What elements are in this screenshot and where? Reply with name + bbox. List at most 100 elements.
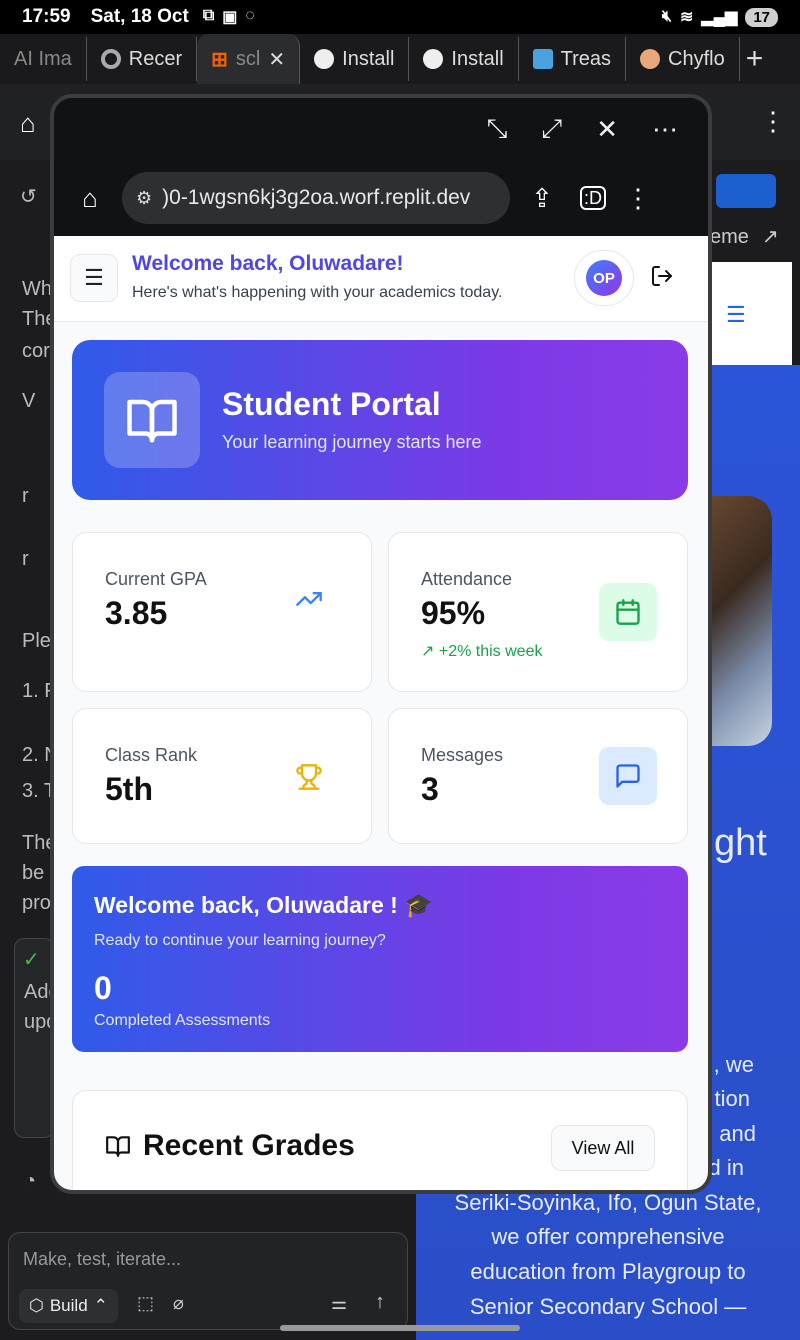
view-all-button[interactable]: View All — [551, 1125, 655, 1171]
composer-placeholder: Make, test, iterate... — [23, 1249, 182, 1269]
bg-text: Ple — [22, 630, 51, 652]
bg-text: r — [22, 548, 29, 570]
share-icon[interactable]: ⇪ — [524, 183, 560, 214]
stat-trend: ↗ +2% this week — [421, 643, 543, 660]
menu-button[interactable]: ☰ — [70, 254, 118, 302]
settings-sliders-icon[interactable]: ⚌ — [331, 1293, 347, 1314]
bg-nav-box: ☰ — [712, 262, 792, 366]
tab-label: Recer — [128, 47, 183, 70]
stat-value: 3 — [421, 771, 439, 807]
minimize-icon[interactable]: ⤡ — [487, 113, 508, 145]
send-arrow-icon[interactable]: ↑ — [375, 1291, 385, 1314]
assessments-count: 0 — [94, 970, 112, 1006]
recent-grades-title: Recent Grades — [143, 1129, 355, 1162]
browser-tab-strip: AI Ima Recer ⊞ scl ✕ Install Install Treas… — [0, 34, 800, 84]
assessments-label: Completed Assessments — [94, 1012, 271, 1029]
trending-up-icon — [295, 585, 323, 618]
maximize-icon[interactable]: ⤢ — [541, 113, 562, 145]
stat-value: 95% — [421, 595, 486, 631]
more-menu-icon[interactable]: ⋮ — [620, 183, 656, 214]
bg-text: we offer comprehensive — [491, 1224, 725, 1249]
stat-label: Class Rank — [105, 745, 198, 765]
stat-label: Messages — [421, 745, 504, 765]
welcome-subtitle: Here's what's happening with your academ… — [132, 284, 503, 301]
tab-install-1[interactable]: Install — [300, 37, 410, 81]
chat-composer[interactable]: Make, test, iterate... ⬡ Build ⌃ ⬚ ⌀ ⚌ ↑ — [8, 1232, 408, 1330]
home-icon[interactable]: ⌂ — [72, 183, 108, 214]
menu-icon: ☰ — [84, 265, 104, 290]
external-link-icon[interactable]: ↗ — [762, 224, 779, 249]
tab-treasure[interactable]: Treas — [519, 37, 627, 81]
site-settings-icon[interactable]: ⚙︎ — [136, 188, 152, 209]
bg-text: cor — [22, 340, 50, 362]
more-icon[interactable]: ⋮ — [760, 106, 786, 137]
home-icon[interactable]: ⌂ — [20, 108, 36, 139]
tab-label: Install — [451, 47, 504, 70]
tab-label: Install — [342, 47, 395, 70]
hero-title: Student Portal — [222, 386, 441, 422]
welcome-title: Welcome back, Oluwadare! — [132, 252, 404, 275]
close-icon[interactable]: ✕ — [596, 114, 618, 145]
mute-icon: 🔇︎ — [661, 8, 672, 25]
cube-icon: ⬡ — [29, 1296, 44, 1315]
bg-accent-button[interactable] — [716, 174, 776, 208]
tab-label: AI Ima — [14, 47, 72, 70]
tab-install-2[interactable]: Install — [409, 37, 519, 81]
attach-icon[interactable]: ⌀ — [173, 1293, 184, 1314]
new-tab-icon[interactable]: + — [746, 42, 764, 76]
bg-text: eme — [710, 226, 749, 248]
app-header: ☰ Welcome back, Oluwadare! Here's what's… — [54, 236, 708, 322]
bg-text: pro — [22, 892, 51, 914]
history-icon[interactable]: ↺ — [20, 184, 37, 209]
stat-card-rank[interactable]: Class Rank 5th — [72, 708, 372, 844]
checkpoint-card: ✓ Add upd — [14, 938, 60, 1138]
url-bar-row: ⌂ ⚙︎ )0-1wgsn6kj3g2oa.worf.replit.dev ⇪ … — [54, 160, 708, 236]
bg-text: Senior Secondary School — — [469, 1294, 747, 1319]
bg-text: r — [22, 485, 29, 507]
status-bar: 17:59 Sat, 18 Oct ⧉ ▣ ◌ 🔇︎ ≋ ▂▄▆ 17 — [0, 0, 800, 34]
date: Sat, 18 Oct — [90, 6, 189, 27]
avatar[interactable]: OP — [574, 250, 634, 306]
replit-icon: ⊞ — [211, 48, 228, 71]
bg-text: education from Playgroup to — [470, 1259, 746, 1284]
build-mode-button[interactable]: ⬡ Build ⌃ — [19, 1289, 118, 1323]
home-indicator[interactable] — [280, 1325, 520, 1331]
menu-icon[interactable]: ☰ — [726, 302, 746, 328]
calendar-icon — [599, 583, 657, 641]
battery-indicator: 17 — [745, 7, 778, 27]
tab-label: Treas — [560, 47, 612, 70]
github-icon — [314, 49, 335, 69]
tab-recent[interactable]: Recer — [87, 37, 198, 81]
welcome-card-subtitle: Ready to continue your learning journey? — [94, 932, 386, 949]
tab-switcher-icon[interactable]: :D — [580, 186, 606, 210]
stat-card-attendance[interactable]: Attendance 95% ↗ +2% this week — [388, 532, 688, 692]
stat-label: Current GPA — [105, 569, 207, 589]
bg-text: Wh — [22, 278, 52, 300]
stat-value: 3.85 — [105, 595, 168, 631]
address-bar[interactable]: ⚙︎ )0-1wgsn6kj3g2oa.worf.replit.dev — [122, 172, 510, 224]
tab-chyflo[interactable]: Chyflo — [626, 37, 740, 81]
more-icon[interactable]: ⋯ — [652, 114, 678, 145]
hero-subtitle: Your learning journey starts here — [222, 432, 482, 452]
url-text: )0-1wgsn6kj3g2oa.worf.replit.dev — [162, 186, 471, 209]
build-label: Build — [49, 1296, 88, 1315]
photo-icon: ▣ — [222, 9, 238, 26]
screenshot-icon: ⧉ — [202, 7, 215, 24]
stat-label: Attendance — [421, 569, 513, 589]
tab-label: scl — [235, 47, 261, 70]
book-icon — [104, 372, 200, 468]
chrome-icon — [100, 49, 121, 69]
stat-card-gpa[interactable]: Current GPA 3.85 — [72, 532, 372, 692]
select-icon[interactable]: ⬚ — [137, 1293, 154, 1314]
check-icon: ✓ — [23, 949, 40, 971]
tab-ai-image[interactable]: AI Ima — [0, 37, 87, 81]
popup-browser-window: ⤡ ⤢ ✕ ⋯ ⌂ ⚙︎ )0-1wgsn6kj3g2oa.worf.repli… — [50, 94, 712, 1194]
message-icon — [599, 747, 657, 805]
close-tab-icon[interactable]: ✕ — [268, 47, 285, 72]
tab-replit-active[interactable]: ⊞ scl ✕ — [197, 34, 301, 84]
bg-heading: ght — [714, 822, 767, 864]
stat-card-messages[interactable]: Messages 3 — [388, 708, 688, 844]
tab-label: Chyflo — [668, 47, 725, 70]
logout-icon[interactable] — [650, 264, 674, 294]
github-icon — [423, 49, 444, 69]
